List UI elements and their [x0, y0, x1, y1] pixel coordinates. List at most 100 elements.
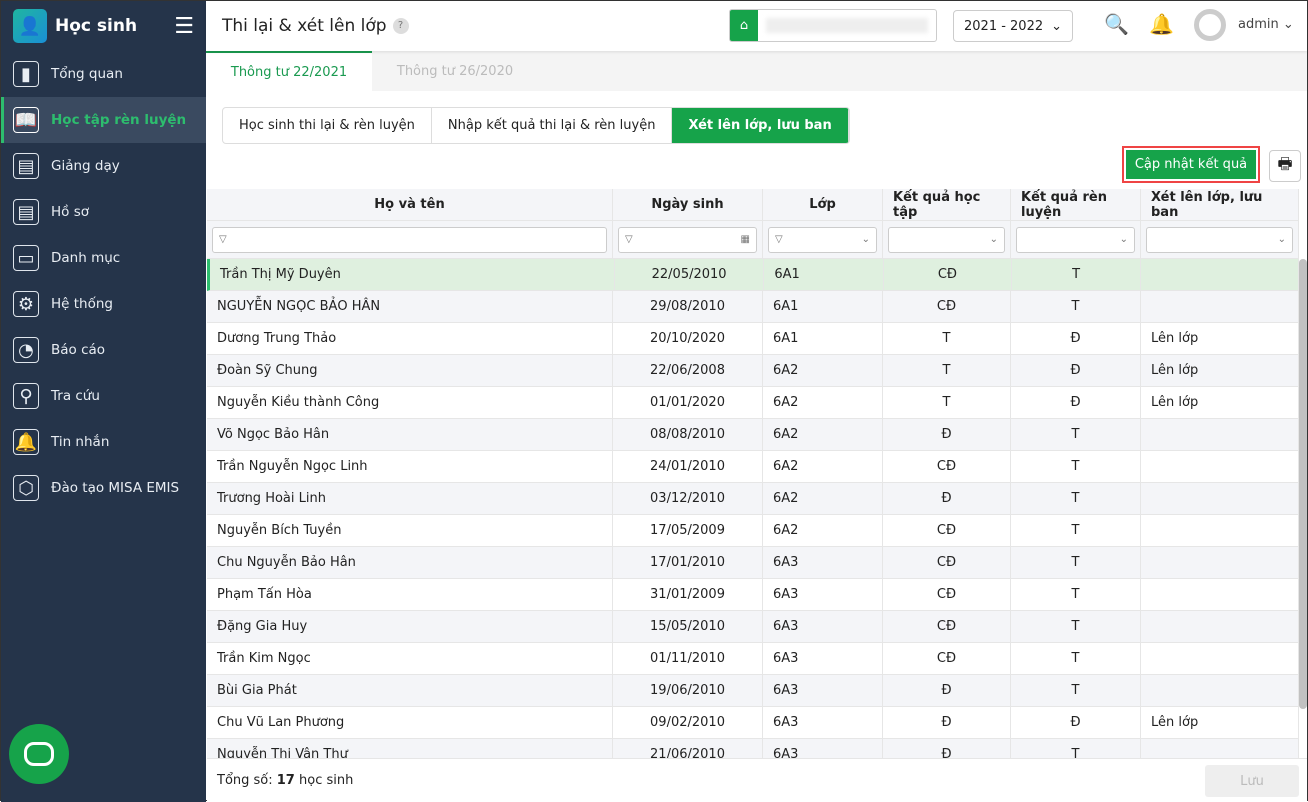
column-header[interactable]: Kết quả học tập: [883, 189, 1011, 220]
table-cell: 6A2: [763, 483, 883, 514]
table-cell: 03/12/2010: [613, 483, 763, 514]
sidebar-item-2[interactable]: ▤ Giảng dạy: [1, 143, 206, 189]
table-row[interactable]: Chu Vũ Lan Phương 09/02/2010 6A3 Đ Đ Lên lớp: [207, 707, 1299, 739]
scrollbar[interactable]: [1299, 259, 1307, 709]
table-cell: Trần Nguyễn Ngọc Linh: [207, 451, 613, 482]
sidebar-item-1[interactable]: 📖 Học tập rèn luyện: [1, 97, 206, 143]
home-icon: ⌂: [730, 10, 758, 41]
search-icon: ⚲: [13, 383, 39, 409]
table-cell: Lên lớp: [1141, 707, 1299, 738]
table-row[interactable]: Trần Thị Mỹ Duyên 22/05/2010 6A1 CĐ T: [207, 259, 1299, 291]
table-cell: Trần Kim Ngọc: [207, 643, 613, 674]
app-logo[interactable]: 👤 Học sinh ☰: [1, 1, 206, 51]
sidebar-item-4[interactable]: ▭ Danh mục: [1, 235, 206, 281]
user-menu[interactable]: admin ⌄: [1238, 17, 1294, 32]
table-cell: T: [1011, 515, 1141, 546]
table-row[interactable]: Trương Hoài Linh 03/12/2010 6A2 Đ T: [207, 483, 1299, 515]
folder-icon: ▭: [13, 245, 39, 271]
chat-button[interactable]: [9, 724, 69, 784]
table-cell: Trương Hoài Linh: [207, 483, 613, 514]
filter-icon: ▽: [775, 234, 783, 245]
table-cell: 08/08/2010: [613, 419, 763, 450]
year-select[interactable]: 2021 - 2022 ⌄: [953, 10, 1073, 42]
table-row[interactable]: Trần Kim Ngọc 01/11/2010 6A3 CĐ T: [207, 643, 1299, 675]
table-row[interactable]: Đặng Gia Huy 15/05/2010 6A3 CĐ T: [207, 611, 1299, 643]
table-cell: 6A3: [763, 643, 883, 674]
name-filter[interactable]: ▽: [212, 226, 607, 253]
table-row[interactable]: Nguyễn Thị Vân Thư 21/06/2010 6A3 Đ T: [207, 739, 1299, 758]
table-cell: 19/06/2010: [613, 675, 763, 706]
view-segments: Học sinh thi lại & rèn luyện Nhập kết qu…: [222, 107, 850, 144]
table-row[interactable]: Nguyễn Kiều thành Công 01/01/2020 6A2 T Đ Lên…: [207, 387, 1299, 419]
print-button[interactable]: 🖶: [1269, 150, 1301, 182]
sidebar-item-9[interactable]: ⬡ Đào tạo MISA EMIS: [1, 465, 206, 511]
table-row[interactable]: Phạm Tấn Hòa 31/01/2009 6A3 CĐ T: [207, 579, 1299, 611]
calendar-icon[interactable]: ▦: [741, 234, 750, 245]
class-filter[interactable]: ▽ ⌄: [768, 226, 877, 253]
table-cell: 21/06/2010: [613, 739, 763, 758]
chart-icon: ▮: [13, 61, 39, 87]
bell-icon: 🔔: [13, 429, 39, 455]
hamburger-menu-icon[interactable]: ☰: [174, 14, 194, 39]
save-button[interactable]: Lưu: [1205, 765, 1299, 797]
table-row[interactable]: Trần Nguyễn Ngọc Linh 24/01/2010 6A2 CĐ T: [207, 451, 1299, 483]
column-header[interactable]: Lớp: [763, 189, 883, 220]
help-icon[interactable]: ?: [392, 18, 409, 34]
sidebar-item-6[interactable]: ◔ Báo cáo: [1, 327, 206, 373]
table-cell: T: [1012, 259, 1142, 290]
table-cell: T: [1011, 451, 1141, 482]
table-cell: [1141, 515, 1299, 546]
table-cell: Lên lớp: [1141, 387, 1299, 418]
column-header[interactable]: Kết quả rèn luyện: [1011, 189, 1141, 220]
study-result-filter[interactable]: ⌄: [888, 226, 1005, 253]
footer: Tổng số: 17 học sinh Lưu: [207, 758, 1307, 801]
table-cell: 6A1: [763, 323, 883, 354]
sidebar-item-5[interactable]: ⚙ Hệ thống: [1, 281, 206, 327]
update-results-button[interactable]: Cập nhật kết quả: [1126, 150, 1256, 179]
table-row[interactable]: Chu Nguyễn Bảo Hân 17/01/2010 6A3 CĐ T: [207, 547, 1299, 579]
segment-thi-lai[interactable]: Học sinh thi lại & rèn luyện: [223, 108, 432, 143]
table-cell: Nguyễn Bích Tuyền: [207, 515, 613, 546]
chat-icon: [24, 742, 54, 766]
table-cell: [1141, 579, 1299, 610]
column-header[interactable]: Xét lên lớp, lưu ban: [1141, 189, 1299, 220]
table-cell: [1141, 451, 1299, 482]
tab-thong-tu-26[interactable]: Thông tư 26/2020: [372, 51, 538, 91]
table-cell: 6A2: [763, 419, 883, 450]
table-row[interactable]: NGUYỄN NGỌC BẢO HÂN 29/08/2010 6A1 CĐ T: [207, 291, 1299, 323]
table-row[interactable]: Võ Ngọc Bảo Hân 08/08/2010 6A2 Đ T: [207, 419, 1299, 451]
table-cell: [1141, 259, 1299, 290]
search-chart-icon[interactable]: 🔍: [1104, 12, 1129, 36]
table-cell: 6A3: [763, 675, 883, 706]
table-cell: Nguyễn Kiều thành Công: [207, 387, 613, 418]
bell-icon[interactable]: 🔔: [1149, 12, 1174, 36]
table-cell: 6A2: [763, 451, 883, 482]
table-cell: 20/10/2020: [613, 323, 763, 354]
sidebar-item-0[interactable]: ▮ Tổng quan: [1, 51, 206, 97]
table-row[interactable]: Bùi Gia Phát 19/06/2010 6A3 Đ T: [207, 675, 1299, 707]
sidebar-item-3[interactable]: ▤ Hồ sơ: [1, 189, 206, 235]
table-row[interactable]: Nguyễn Bích Tuyền 17/05/2009 6A2 CĐ T: [207, 515, 1299, 547]
avatar[interactable]: [1194, 9, 1226, 41]
school-selector[interactable]: ⌂: [729, 9, 937, 42]
column-header[interactable]: Họ và tên: [207, 189, 613, 220]
table-cell: 6A1: [764, 259, 885, 290]
sidebar-item-8[interactable]: 🔔 Tin nhắn: [1, 419, 206, 465]
table-cell: 6A2: [763, 355, 883, 386]
school-name-blurred: [766, 18, 928, 33]
sidebar-item-label: Học tập rèn luyện: [51, 112, 187, 128]
promotion-filter[interactable]: ⌄: [1146, 226, 1293, 253]
segment-xet-len-lop[interactable]: Xét lên lớp, lưu ban: [672, 108, 849, 143]
table-cell: Đ: [1011, 323, 1141, 354]
board-icon: ▤: [13, 153, 39, 179]
table-row[interactable]: Đoàn Sỹ Chung 22/06/2008 6A2 T Đ Lên lớp: [207, 355, 1299, 387]
table-row[interactable]: Dương Trung Thảo 20/10/2020 6A1 T Đ Lên lớp: [207, 323, 1299, 355]
segment-nhap-ket-qua[interactable]: Nhập kết quả thi lại & rèn luyện: [432, 108, 673, 143]
dob-filter[interactable]: ▽ ▦: [618, 226, 757, 253]
sidebar-item-7[interactable]: ⚲ Tra cứu: [1, 373, 206, 419]
table-cell: Chu Vũ Lan Phương: [207, 707, 613, 738]
column-header[interactable]: Ngày sinh: [613, 189, 763, 220]
tab-thong-tu-22[interactable]: Thông tư 22/2021: [206, 51, 372, 91]
conduct-result-filter[interactable]: ⌄: [1016, 226, 1135, 253]
table-cell: Nguyễn Thị Vân Thư: [207, 739, 613, 758]
